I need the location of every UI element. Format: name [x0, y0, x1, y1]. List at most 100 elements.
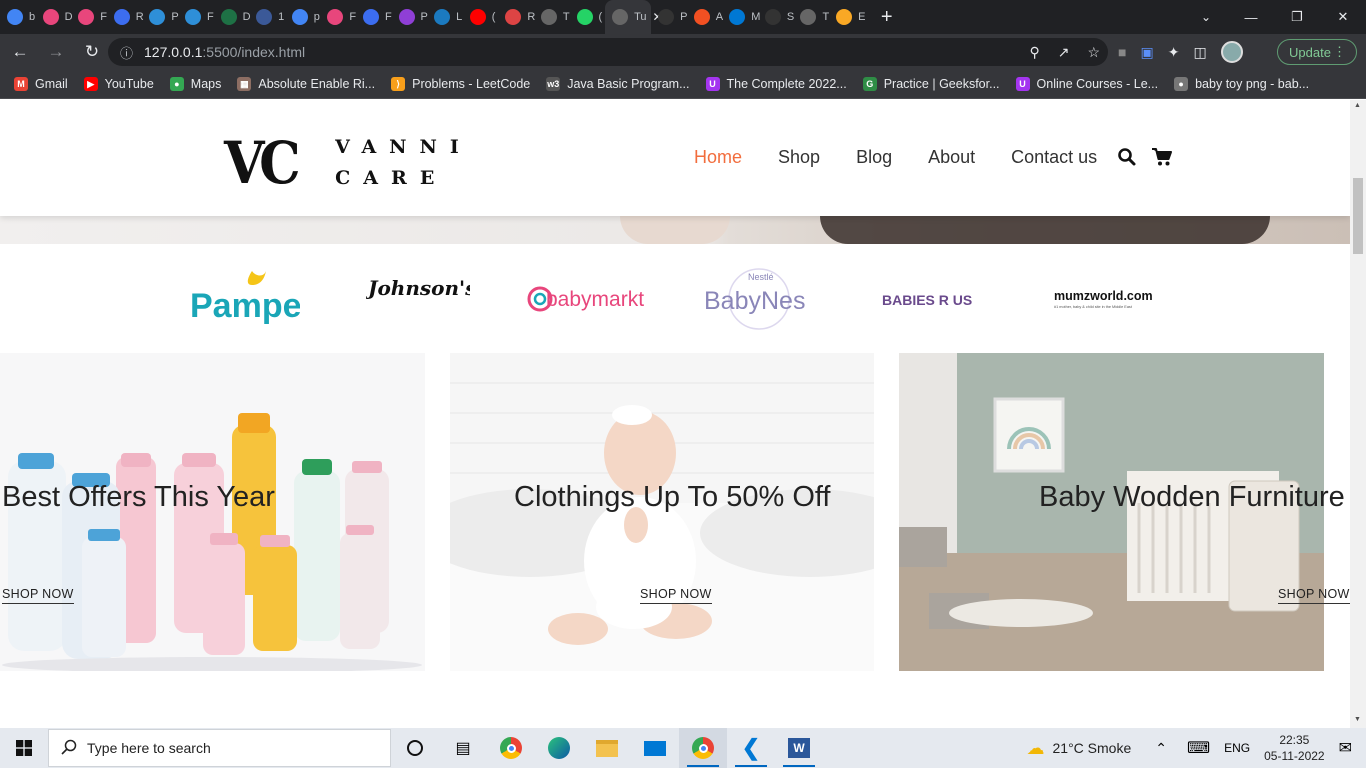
nav-about[interactable]: About [928, 147, 975, 168]
share-icon[interactable]: ↗ [1058, 44, 1070, 61]
browser-tab[interactable]: M [722, 0, 760, 34]
new-tab-button[interactable]: + [873, 6, 901, 29]
browser-tab[interactable]: ( [570, 0, 606, 34]
close-window-icon[interactable]: ✕ [1320, 0, 1366, 34]
promo-card-clothing[interactable]: Clothings Up To 50% Off SHOP NOW [450, 353, 874, 671]
minimize-icon[interactable]: — [1228, 0, 1274, 34]
folder-icon [596, 739, 618, 757]
promo-card-furniture[interactable]: Baby Wodden Furniture SHOP NOW [899, 353, 1350, 671]
books-icon [836, 9, 853, 25]
bookmark-star-icon[interactable]: ☆ [1087, 44, 1100, 61]
browser-tab[interactable]: S [758, 0, 794, 34]
site-logo[interactable]: VC VANNI CARE [224, 129, 459, 197]
browser-tab[interactable]: L [427, 0, 463, 34]
scroll-down-icon[interactable]: ▼ [1354, 716, 1361, 723]
back-button[interactable]: ← [4, 36, 36, 68]
browser-tab[interactable]: D [214, 0, 251, 34]
browser-tab[interactable]: p [285, 0, 321, 34]
bookmark-item[interactable]: ⟩ Problems - LeetCode [391, 77, 530, 91]
zoom-icon[interactable]: ⚲ [1029, 44, 1039, 61]
browser-tab[interactable]: ( [463, 0, 499, 34]
browser-tab[interactable]: 1 [249, 0, 285, 34]
browser-tab[interactable]: A [687, 0, 723, 34]
shop-now-furniture[interactable]: SHOP NOW [1278, 587, 1350, 604]
taskbar-vscode[interactable]: ❮ [727, 728, 775, 768]
sidebar-icon[interactable]: ◫ [1193, 44, 1206, 61]
brand-johnsons[interactable]: Johnson's baby [366, 244, 470, 353]
bookmark-item[interactable]: ▶ YouTube [83, 77, 154, 91]
page-scrollbar[interactable]: ▲ ▼ [1350, 100, 1366, 728]
tab-search-icon[interactable]: ⌄ [1186, 0, 1226, 34]
promo-title-offers: Best Offers This Year [2, 481, 275, 513]
info-icon[interactable]: ⓘ [120, 43, 140, 62]
bookmark-item[interactable]: ▦ Absolute Enable Ri... [237, 77, 375, 91]
brand-pampers[interactable]: Pampers [188, 244, 300, 353]
maximize-icon[interactable]: ❐ [1274, 0, 1320, 34]
scrollbar-thumb[interactable] [1353, 178, 1363, 254]
browser-tab[interactable]: F [320, 0, 356, 34]
reload-button[interactable]: ↻ [76, 36, 108, 68]
browser-tab[interactable]: F [71, 0, 107, 34]
brand-babymarkt[interactable]: babymarkt [526, 244, 652, 353]
bookmark-item[interactable]: M Gmail [14, 77, 68, 91]
weather-widget[interactable]: ☁ 21°C Smoke [1027, 738, 1132, 759]
task-view-button[interactable]: ▤ [439, 728, 487, 768]
taskbar-file-explorer[interactable] [583, 728, 631, 768]
language-indicator[interactable]: ENG [1224, 741, 1250, 755]
shop-now-offers[interactable]: SHOP NOW [2, 587, 74, 604]
extension-shield-icon[interactable]: ■ [1118, 44, 1126, 60]
taskbar-mail[interactable] [631, 728, 679, 768]
browser-tab[interactable]: b [0, 0, 36, 34]
keyboard-icon[interactable]: ⌨ [1187, 738, 1210, 758]
clock[interactable]: 22:35 05-11-2022 [1264, 732, 1325, 764]
cart-icon[interactable] [1151, 147, 1173, 172]
bookmark-item[interactable]: ● baby toy png - bab... [1174, 77, 1309, 91]
browser-tab[interactable]: R [107, 0, 144, 34]
bookmark-item[interactable]: U Online Courses - Le... [1015, 77, 1158, 91]
browser-tab[interactable]: E [829, 0, 865, 34]
nav-contact[interactable]: Contact us [1011, 147, 1097, 168]
cortana-button[interactable] [391, 728, 439, 768]
brand-babiesrus[interactable]: BABIES R US [880, 244, 980, 353]
browser-tab[interactable]: T [793, 0, 829, 34]
browser-tab[interactable]: D [36, 0, 73, 34]
browser-tab[interactable]: P [651, 0, 687, 34]
taskbar-word[interactable]: W [775, 728, 823, 768]
start-button[interactable] [0, 728, 48, 768]
taskbar-search[interactable]: Type here to search [48, 729, 391, 767]
taskbar-chrome[interactable] [487, 728, 535, 768]
search-icon[interactable] [1117, 147, 1137, 172]
extensions-puzzle-icon[interactable]: ✦ [1168, 44, 1180, 61]
browser-tab[interactable]: R [498, 0, 535, 34]
profile-avatar[interactable] [1220, 41, 1243, 63]
nav-blog[interactable]: Blog [856, 147, 892, 168]
browser-tab[interactable]: T [534, 0, 570, 34]
scroll-up-icon[interactable]: ▲ [1354, 102, 1361, 109]
promo-card-offers[interactable]: Best Offers This Year SHOP NOW [0, 353, 425, 671]
extension-monitor-icon[interactable]: ▣ [1140, 44, 1153, 61]
bookmark-item[interactable]: U The Complete 2022... [705, 77, 847, 91]
bookmark-item[interactable]: G Practice | Geeksfor... [862, 77, 1000, 91]
update-button[interactable]: Update ⋮ [1277, 39, 1357, 65]
globe-icon: ● [1174, 77, 1189, 91]
bookmark-item[interactable]: ● Maps [169, 77, 221, 91]
forward-button[interactable]: → [40, 36, 72, 68]
address-bar[interactable]: ⓘ 127.0.0.1:5500/index.html ⚲ ↗ ☆ [108, 38, 1108, 66]
browser-tab[interactable]: P [392, 0, 428, 34]
taskbar-chrome-active[interactable] [679, 728, 727, 768]
chevron-up-icon[interactable]: ⌃ [1155, 740, 1167, 757]
shop-now-clothing[interactable]: SHOP NOW [640, 587, 712, 604]
notifications-icon[interactable]: ✉ [1339, 738, 1352, 758]
browser-tab[interactable]: F [178, 0, 214, 34]
browser-tab[interactable]: P [142, 0, 179, 34]
brand-mumzworld[interactable]: mumzworld.com #1 mother, baby & child si… [1052, 244, 1152, 353]
nav-home[interactable]: Home [694, 147, 742, 168]
brand-babynes[interactable]: Nestlé BabyNes [702, 244, 816, 353]
browser-tab[interactable]: Tu✕ [605, 0, 663, 34]
page-viewport: VC VANNI CARE Home Shop Blog About Conta… [0, 100, 1366, 728]
nav-shop[interactable]: Shop [778, 147, 820, 168]
taskbar-edge[interactable] [535, 728, 583, 768]
bookmark-item[interactable]: w3 Java Basic Program... [546, 77, 690, 91]
browser-tab[interactable]: F [356, 0, 392, 34]
logo-mark: VC [224, 129, 301, 197]
